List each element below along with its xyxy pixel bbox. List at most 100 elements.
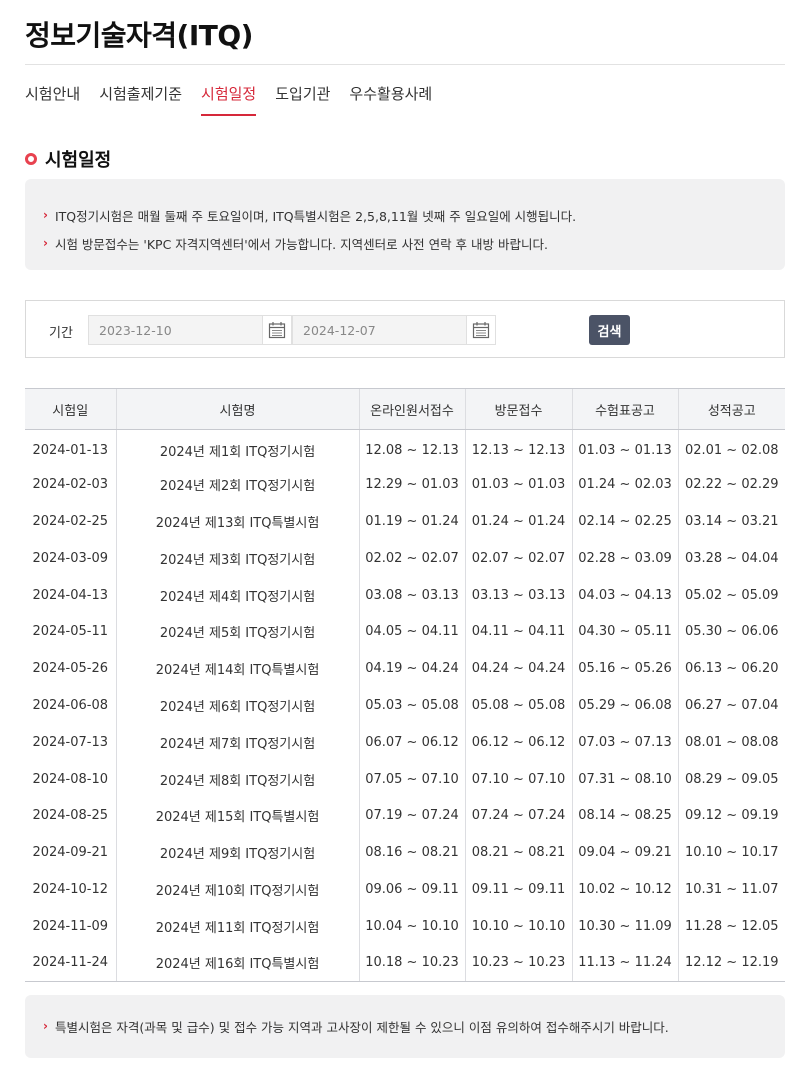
result-notice-cell: 10.31 ~ 11.07	[677, 871, 785, 908]
ring-bullet-icon	[25, 153, 37, 165]
section-title: 시험일정	[45, 150, 112, 171]
online-application-cell: 05.03 ~ 05.08	[358, 687, 465, 724]
schedule-table: 시험일 시험명 온라인원서접수 방문접수 수험표공고 성적공고 2024-01-…	[25, 388, 785, 982]
chevron-right-icon: ›	[43, 236, 48, 250]
exam-date-cell: 2024-09-21	[32, 845, 109, 861]
visit-application-cell: 09.11 ~ 09.11	[464, 871, 572, 908]
exam-date-cell: 2024-08-25	[32, 808, 109, 824]
exam-date-cell: 2024-08-10	[32, 771, 109, 787]
exam-name-cell: 2024년 제7회 ITQ정기시험	[115, 723, 359, 761]
visit-application-cell: 08.21 ~ 08.21	[464, 834, 572, 872]
result-notice-cell: 08.01 ~ 08.08	[677, 723, 785, 761]
search-button[interactable]: 검색	[589, 315, 630, 345]
visit-application-cell: 10.23 ~ 10.23	[464, 944, 572, 982]
result-notice-cell: 12.12 ~ 12.19	[677, 944, 785, 982]
exam-name-cell: 2024년 제11회 ITQ정기시험	[115, 907, 359, 945]
tab-exam-info[interactable]: 시험안내	[25, 84, 80, 116]
online-application-cell: 07.05 ~ 07.10	[358, 760, 465, 798]
exam-name-cell: 2024년 제5회 ITQ정기시험	[115, 613, 359, 651]
tab-exam-criteria[interactable]: 시험출제기준	[99, 84, 182, 116]
online-application-cell: 10.18 ~ 10.23	[358, 944, 465, 982]
result-notice-cell: 03.28 ~ 04.04	[677, 539, 785, 577]
visit-application-cell: 02.07 ~ 02.07	[464, 539, 572, 577]
visit-application-cell: 01.24 ~ 01.24	[464, 503, 572, 540]
online-application-cell: 02.02 ~ 02.07	[358, 539, 465, 577]
online-application-cell: 07.19 ~ 07.24	[358, 797, 465, 835]
visit-application-cell: 07.24 ~ 07.24	[464, 797, 572, 835]
table-row: 2024-10-12 2024년 제10회 ITQ정기시험 09.06 ~ 09.1…	[25, 871, 785, 908]
table-row: 2024-08-25 2024년 제15회 ITQ특별시험 07.19 ~ 07.2…	[25, 797, 785, 835]
admission-notice-cell: 01.03 ~ 01.13	[571, 429, 678, 467]
result-notice-cell: 08.29 ~ 09.05	[677, 760, 785, 798]
visit-application-cell: 03.13 ~ 03.13	[464, 576, 572, 614]
exam-date-cell: 2024-04-13	[32, 587, 109, 603]
exam-name-cell: 2024년 제4회 ITQ정기시험	[115, 576, 359, 614]
online-application-cell: 08.16 ~ 08.21	[358, 834, 465, 872]
result-notice-cell: 06.27 ~ 07.04	[677, 687, 785, 724]
column-header: 성적공고	[677, 388, 785, 430]
calendar-icon[interactable]	[262, 316, 291, 344]
online-application-cell: 04.05 ~ 04.11	[358, 613, 465, 651]
table-row: 2024-01-13 2024년 제1회 ITQ정기시험 12.08 ~ 12.13…	[25, 429, 785, 467]
table-row: 2024-07-13 2024년 제7회 ITQ정기시험 06.07 ~ 06.12…	[25, 723, 785, 761]
table-row: 2024-02-25 2024년 제13회 ITQ특별시험 01.19 ~ 01.2…	[25, 503, 785, 540]
tab-adopting-institutions[interactable]: 도입기관	[275, 84, 330, 116]
admission-notice-cell: 05.16 ~ 05.26	[571, 650, 678, 688]
notice-text: 시험 방문접수는 'KPC 자격지역센터'에서 가능합니다. 지역센터로 사전 …	[54, 236, 548, 252]
calendar-icon[interactable]	[466, 316, 495, 344]
exam-name-cell: 2024년 제2회 ITQ정기시험	[115, 466, 359, 504]
table-row: 2024-04-13 2024년 제4회 ITQ정기시험 03.08 ~ 03.13…	[25, 576, 785, 614]
exam-date-cell: 2024-02-03	[32, 477, 109, 493]
tab-exam-schedule[interactable]: 시험일정	[201, 84, 257, 116]
exam-date-cell: 2024-11-09	[32, 918, 109, 934]
exam-name-cell: 2024년 제14회 ITQ특별시험	[115, 650, 359, 688]
admission-notice-cell: 02.14 ~ 02.25	[571, 503, 678, 540]
title-divider	[25, 64, 785, 65]
end-date-field	[292, 315, 496, 345]
table-row: 2024-02-03 2024년 제2회 ITQ정기시험 12.29 ~ 01.03…	[25, 466, 785, 504]
special-exam-notice: › 특별시험은 자격(과목 및 급수) 및 접수 가능 지역과 고사장이 제한될…	[25, 995, 785, 1058]
visit-application-cell: 06.12 ~ 06.12	[464, 723, 572, 761]
table-row: 2024-05-26 2024년 제14회 ITQ특별시험 04.19 ~ 04.2…	[25, 650, 785, 688]
visit-application-cell: 10.10 ~ 10.10	[464, 907, 572, 945]
start-date-input[interactable]	[89, 316, 259, 344]
table-header-row: 시험일 시험명 온라인원서접수 방문접수 수험표공고 성적공고	[25, 388, 785, 430]
admission-notice-cell: 01.24 ~ 02.03	[571, 466, 678, 504]
result-notice-cell: 06.13 ~ 06.20	[677, 650, 785, 688]
chevron-right-icon: ›	[43, 208, 48, 222]
table-row: 2024-06-08 2024년 제6회 ITQ정기시험 05.03 ~ 05.08…	[25, 687, 785, 724]
admission-notice-cell: 09.04 ~ 09.21	[571, 834, 678, 872]
admission-notice-cell: 07.03 ~ 07.13	[571, 723, 678, 761]
admission-notice-cell: 07.31 ~ 08.10	[571, 760, 678, 798]
end-date-input[interactable]	[293, 316, 463, 344]
tab-best-practices[interactable]: 우수활용사례	[349, 84, 432, 116]
notice-text: 특별시험은 자격(과목 및 급수) 및 접수 가능 지역과 고사장이 제한될 수…	[54, 1019, 669, 1035]
visit-application-cell: 07.10 ~ 07.10	[464, 760, 572, 798]
result-notice-cell: 10.10 ~ 10.17	[677, 834, 785, 872]
period-label: 기간	[49, 326, 73, 341]
table-row: 2024-11-24 2024년 제16회 ITQ특별시험 10.18 ~ 10.2…	[25, 944, 785, 982]
admission-notice-cell: 11.13 ~ 11.24	[571, 944, 678, 982]
table-row: 2024-03-09 2024년 제3회 ITQ정기시험 02.02 ~ 02.07…	[25, 539, 785, 577]
exam-date-cell: 2024-03-09	[32, 550, 109, 566]
online-application-cell: 04.19 ~ 04.24	[358, 650, 465, 688]
admission-notice-cell: 04.03 ~ 04.13	[571, 576, 678, 614]
table-row: 2024-11-09 2024년 제11회 ITQ정기시험 10.04 ~ 10.1…	[25, 907, 785, 945]
exam-date-cell: 2024-01-13	[32, 442, 109, 458]
result-notice-cell: 02.01 ~ 02.08	[677, 429, 785, 467]
visit-application-cell: 04.11 ~ 04.11	[464, 613, 572, 651]
notice-item: › ITQ정기시험은 매월 둘째 주 토요일이며, ITQ특별시험은 2,5,8…	[43, 201, 785, 229]
exam-date-cell: 2024-05-26	[32, 661, 109, 677]
result-notice-cell: 05.30 ~ 06.06	[677, 613, 785, 651]
column-header: 시험명	[115, 388, 359, 430]
admission-notice-cell: 02.28 ~ 03.09	[571, 539, 678, 577]
visit-application-cell: 05.08 ~ 05.08	[464, 687, 572, 724]
visit-application-cell: 04.24 ~ 04.24	[464, 650, 572, 688]
online-application-cell: 10.04 ~ 10.10	[358, 907, 465, 945]
exam-date-cell: 2024-11-24	[25, 944, 116, 982]
admission-notice-cell: 04.30 ~ 05.11	[571, 613, 678, 651]
admission-notice-cell: 05.29 ~ 06.08	[571, 687, 678, 724]
admission-notice-cell: 10.02 ~ 10.12	[571, 871, 678, 908]
result-notice-cell: 11.28 ~ 12.05	[677, 907, 785, 945]
exam-name-cell: 2024년 제1회 ITQ정기시험	[115, 429, 359, 467]
